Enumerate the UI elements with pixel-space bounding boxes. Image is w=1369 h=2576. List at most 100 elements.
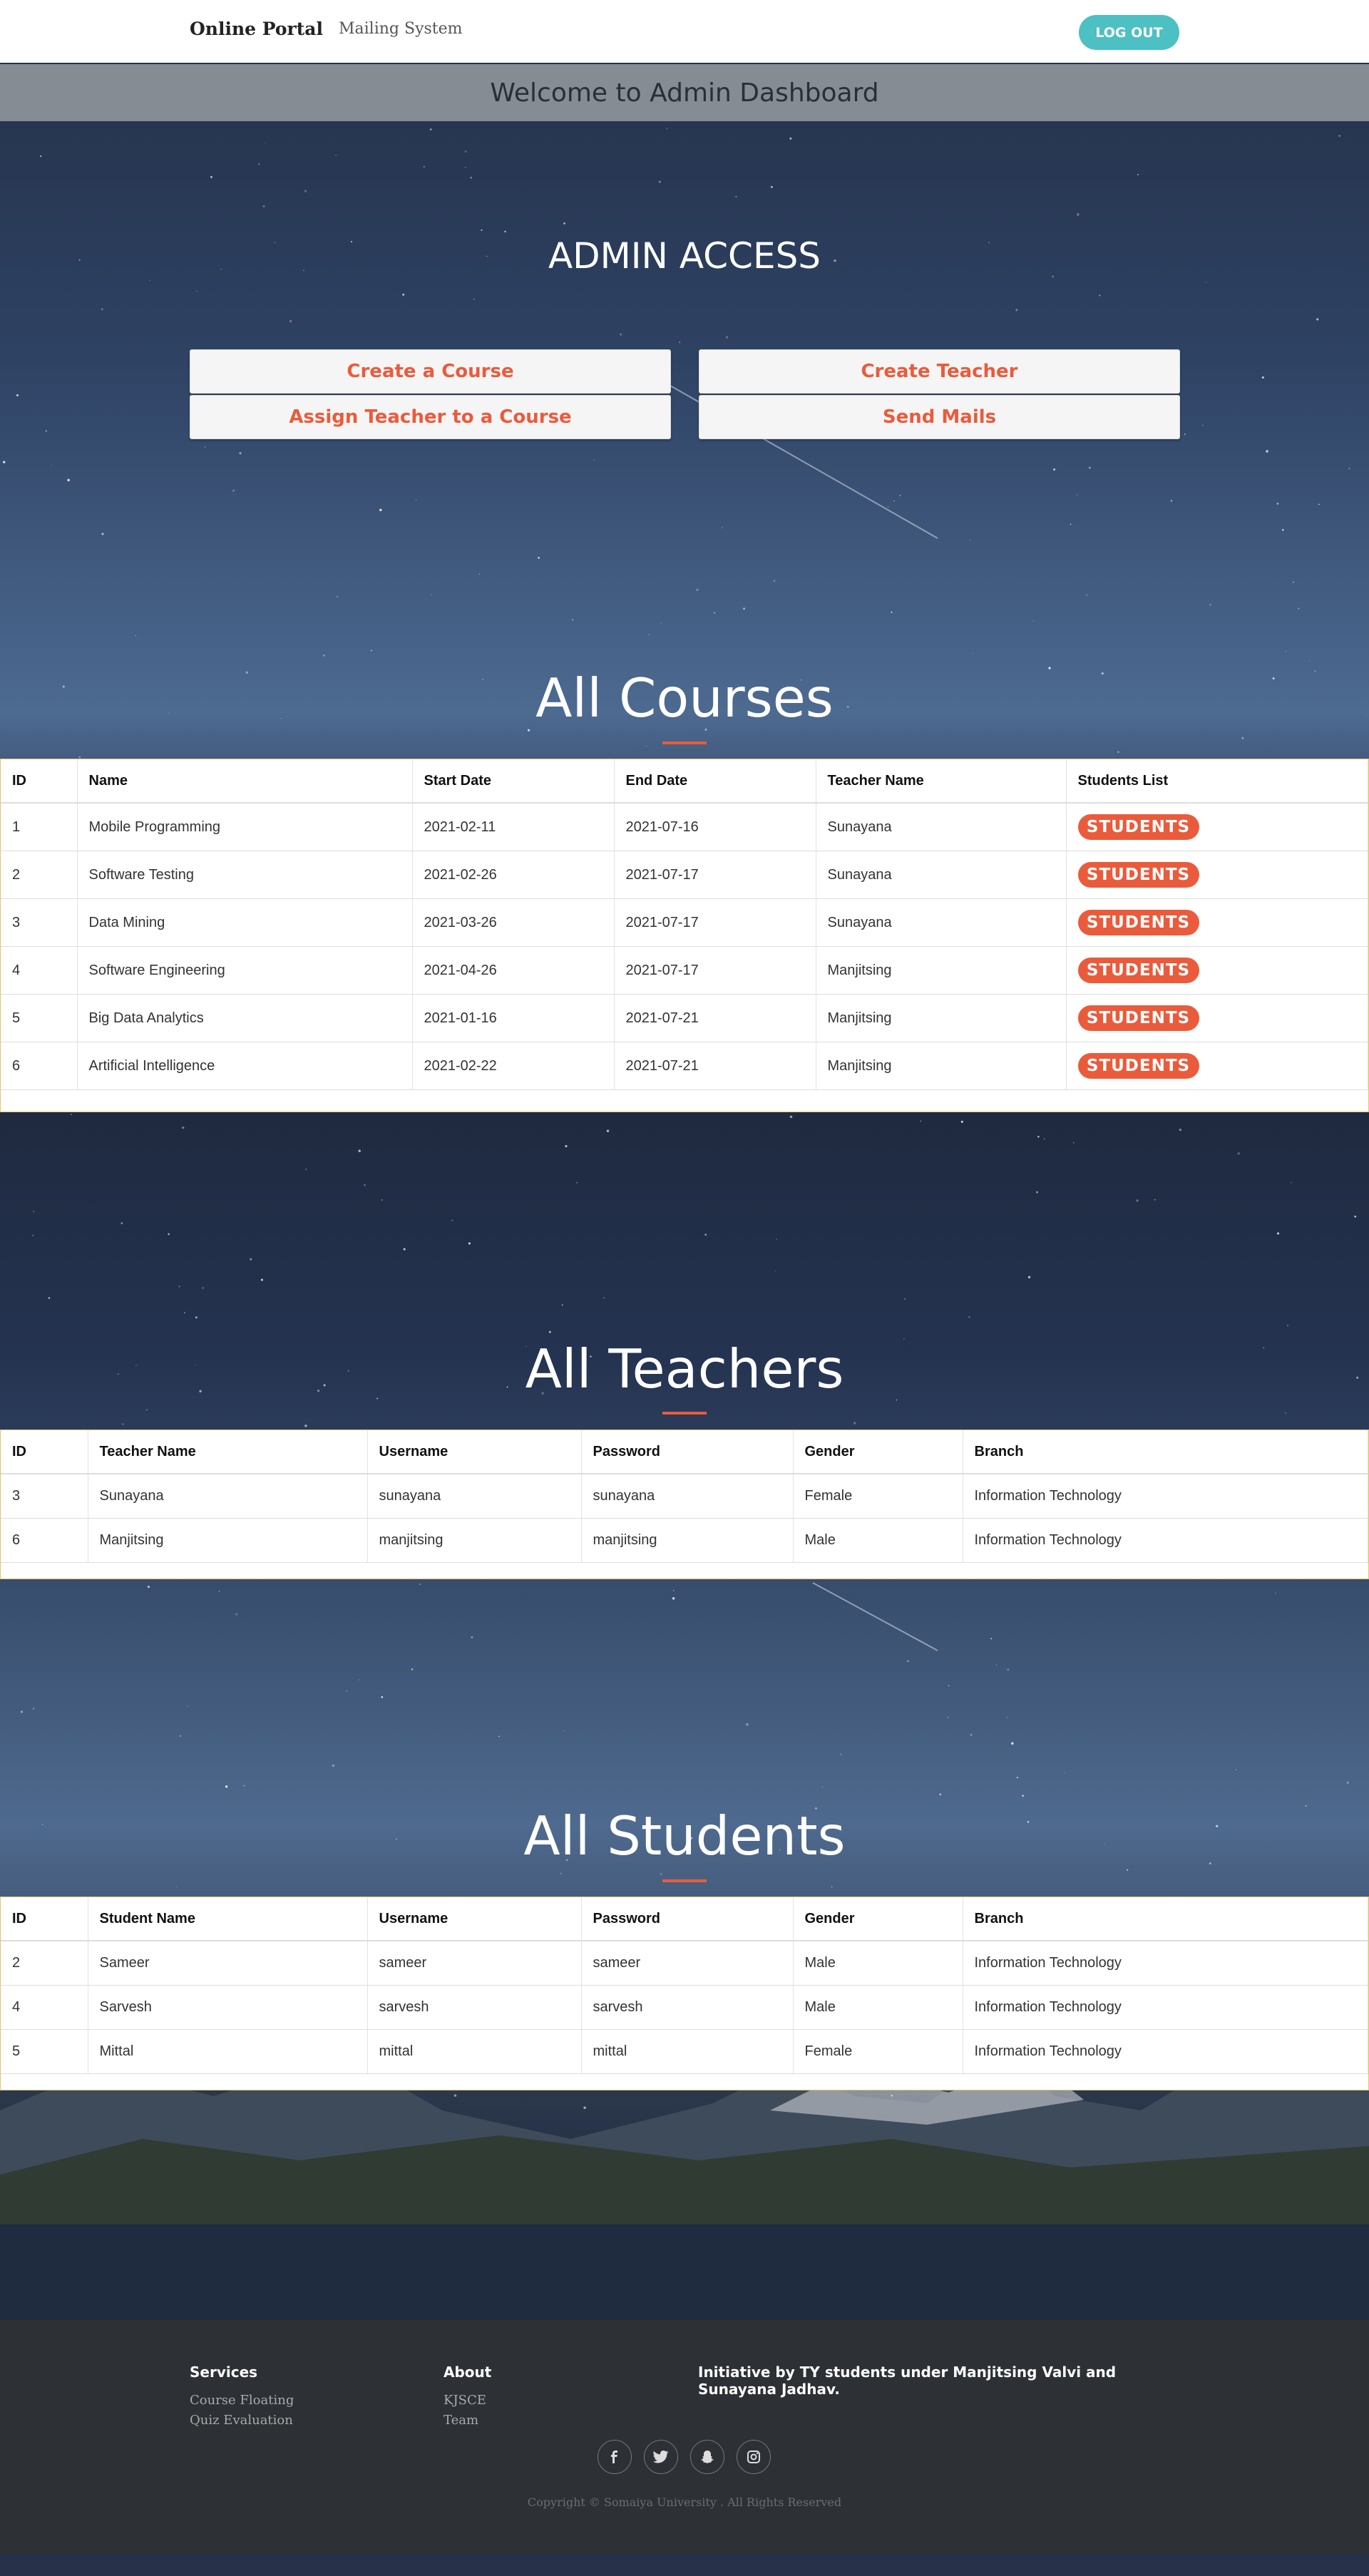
footer-link-team[interactable]: Team (443, 2413, 478, 2428)
star (33, 1211, 34, 1213)
star (195, 1316, 198, 1319)
footer-link-kjsce[interactable]: KJSCE (443, 2393, 486, 2408)
students-list-button[interactable]: STUDENTS (1077, 1053, 1199, 1079)
send-mails-button[interactable]: Send Mails (699, 395, 1180, 439)
col-header-start-date: Start Date (412, 759, 615, 804)
star (202, 1287, 204, 1289)
star (1318, 503, 1320, 506)
footer-initiative-text: Initiative by TY students under Manjitsi… (698, 2364, 1117, 2398)
star (3, 461, 6, 463)
col-header-student-name: Student Name (88, 1897, 368, 1941)
table-cell: Software Testing (77, 851, 413, 899)
star (168, 1233, 170, 1236)
col-header-students-list: Students List (1066, 759, 1368, 804)
star (332, 1764, 335, 1767)
star (1032, 620, 1034, 622)
col-header-password: Password (581, 1897, 794, 1941)
star (304, 190, 307, 193)
star (1137, 174, 1139, 175)
students-table-container: ID Student Name Username Password Gender… (0, 1897, 1369, 2090)
brand-logo-text[interactable]: Online Portal (190, 19, 323, 39)
teacher-row: 3 Sunayana sunayana sunayana Female Informati… (1, 1474, 1368, 1519)
star (451, 1220, 453, 1221)
students-list-button[interactable]: STUDENTS (1077, 1005, 1199, 1031)
table-cell: 2021-02-26 (412, 851, 615, 899)
star (1170, 500, 1173, 502)
table-cell: Sunayana (816, 803, 1067, 851)
star (1293, 581, 1295, 583)
star (235, 1613, 238, 1616)
star (1077, 213, 1080, 216)
star (468, 1242, 471, 1245)
star (1127, 1869, 1129, 1871)
star (261, 1278, 263, 1281)
assign-teacher-button[interactable]: Assign Teacher to a Course (190, 395, 671, 439)
star (122, 1423, 124, 1425)
star (403, 1248, 406, 1251)
students-list-button[interactable]: STUDENTS (1077, 814, 1199, 840)
nav-link-mailing-system[interactable]: Mailing System (339, 20, 463, 38)
table-cell: 3 (1, 1474, 88, 1519)
star (478, 573, 481, 575)
star (180, 1735, 182, 1737)
star (773, 580, 776, 582)
table-cell: STUDENTS (1066, 946, 1368, 995)
star (358, 1149, 361, 1152)
star (1136, 1199, 1139, 1202)
title-underline (662, 1412, 707, 1415)
facebook-icon[interactable] (598, 2440, 632, 2474)
star (576, 1182, 578, 1184)
star (196, 291, 198, 292)
star (620, 333, 622, 336)
instagram-icon[interactable] (737, 2440, 771, 2474)
course-row: 3 Data Mining 2021-03-26 2021-07-17 Sunayana… (1, 898, 1368, 947)
footer-services-heading: Services (190, 2364, 258, 2381)
star (1022, 1795, 1024, 1797)
star (679, 341, 681, 343)
courses-table: ID Name Start Date End Date Teacher Name… (1, 759, 1368, 1090)
table-cell: Sunayana (88, 1474, 368, 1519)
star (481, 229, 483, 231)
star (1316, 318, 1319, 321)
star (696, 588, 699, 592)
students-list-button[interactable]: STUDENTS (1077, 910, 1199, 935)
star (673, 1590, 675, 1591)
star (789, 137, 792, 140)
teachers-table-container: ID Teacher Name Username Password Gender… (0, 1430, 1369, 1579)
star (970, 1733, 973, 1736)
star (498, 1735, 500, 1738)
footer-link-quiz-evaluation[interactable]: Quiz Evaluation (190, 2413, 293, 2428)
star (21, 1710, 23, 1713)
students-list-button[interactable]: STUDENTS (1077, 958, 1199, 983)
star (40, 155, 42, 158)
title-underline (662, 1879, 707, 1882)
twitter-icon[interactable] (644, 2440, 678, 2474)
star (135, 635, 136, 636)
col-header-id: ID (1, 1897, 88, 1941)
star (250, 1258, 252, 1261)
snapchat-icon[interactable] (690, 2440, 724, 2474)
students-list-button[interactable]: STUDENTS (1077, 862, 1199, 888)
table-cell: 5 (1, 2029, 88, 2074)
star (184, 1312, 185, 1313)
table-cell: Female (793, 2029, 963, 2074)
star (239, 452, 242, 455)
student-row: 4 Sarvesh sarvesh sarvesh Male Information Te… (1, 1985, 1368, 2030)
logout-button[interactable]: LOG OUT (1079, 15, 1179, 50)
star (471, 1636, 473, 1638)
star (1179, 1128, 1181, 1132)
admin-access-title: ADMIN ACCESS (548, 235, 821, 277)
create-course-button[interactable]: Create a Course (190, 349, 671, 394)
table-cell: Information Technology (963, 1985, 1368, 2030)
star (465, 167, 466, 168)
star (1117, 751, 1119, 753)
star (939, 1793, 942, 1796)
col-header-teacher-name: Teacher Name (816, 759, 1067, 804)
shooting-star (812, 1582, 938, 1651)
footer-link-course-floating[interactable]: Course Floating (190, 2393, 294, 2408)
table-cell: 2021-07-17 (614, 898, 816, 947)
star (887, 506, 889, 508)
star (1346, 1781, 1349, 1784)
table-cell: STUDENTS (1066, 1042, 1368, 1090)
create-teacher-button[interactable]: Create Teacher (699, 349, 1180, 394)
